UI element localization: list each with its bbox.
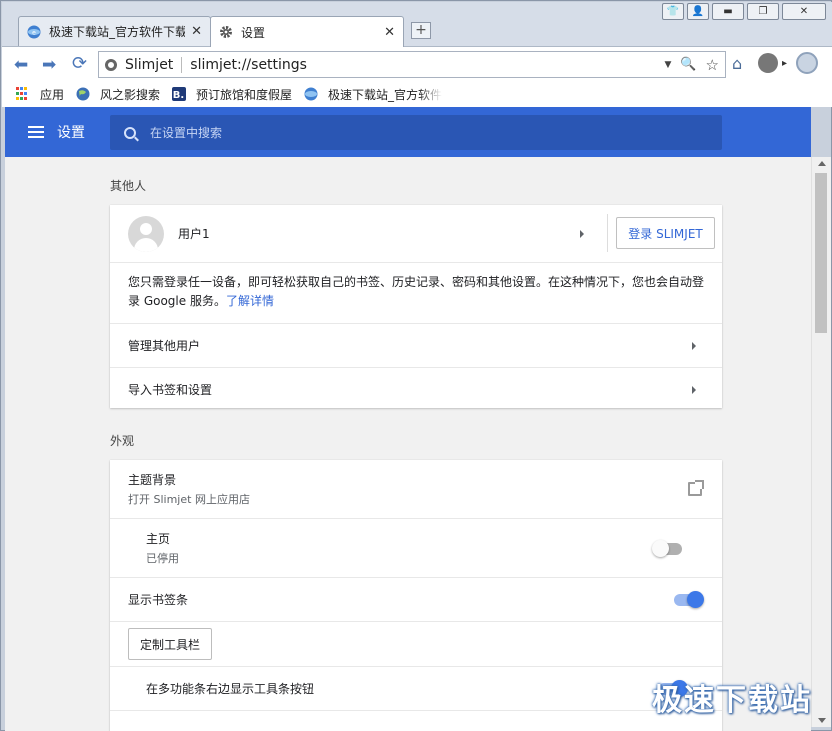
home-label: 主页 xyxy=(146,532,171,546)
bookmark-label: 风之影搜索 xyxy=(100,87,161,102)
tab-jisu-download[interactable]: e 极速下载站_官方软件下载 ✕ xyxy=(18,16,211,46)
learn-more-link[interactable]: 了解详情 xyxy=(226,294,274,308)
scrollbar[interactable] xyxy=(811,157,831,727)
people-card: 用户1 登录 SLIMJET 您只需登录任一设备，即可轻松获取自己的书签、历史记… xyxy=(110,205,722,408)
site-name: Slimjet xyxy=(125,56,174,73)
signin-button[interactable]: 登录 SLIMJET xyxy=(616,217,715,249)
new-tab-button[interactable]: + xyxy=(411,22,431,39)
address-bar[interactable]: Slimjet slimjet://settings ▼ 🔍 ☆ xyxy=(98,51,726,78)
tab-title: 设置 xyxy=(241,25,266,40)
avatar xyxy=(128,215,164,252)
forward-arrow-icon[interactable]: ➡ xyxy=(42,55,56,75)
maximize-icon[interactable]: ❐ xyxy=(747,3,779,20)
watermark-logo: 极速下载站 xyxy=(652,683,812,718)
close-icon[interactable]: ✕ xyxy=(782,3,826,20)
shirt-icon[interactable]: 👕 xyxy=(662,3,684,20)
theme-sublabel: 打开 Slimjet 网上应用店 xyxy=(128,493,250,506)
user-icon[interactable]: 👤 xyxy=(687,3,709,20)
site-info-icon[interactable] xyxy=(105,58,117,71)
booking-b-icon: B. xyxy=(172,87,187,101)
tab-strip: e 极速下载站_官方软件下载 ✕ 设置 ✕ + 👕 👤 ▬ ❐ ✕ xyxy=(2,2,832,47)
browser-toolbar: ⬅ ➡ ⟳ Slimjet slimjet://settings ▼ 🔍 ☆ ⌂… xyxy=(2,46,832,81)
omnibox-divider xyxy=(181,56,183,73)
home-sublabel: 已停用 xyxy=(146,552,179,565)
chevron-right-icon xyxy=(692,386,696,394)
url-text[interactable]: slimjet://settings xyxy=(190,57,664,73)
settings-search-box[interactable] xyxy=(110,115,722,150)
globe-icon xyxy=(76,87,90,101)
customize-toolbar-row: 定制工具栏 xyxy=(110,621,722,666)
scroll-down-arrow-icon[interactable] xyxy=(818,718,826,723)
site-globe-icon xyxy=(304,87,318,101)
external-link-icon[interactable] xyxy=(688,480,704,496)
page-title: 设置 xyxy=(57,125,85,141)
user-name: 用户1 xyxy=(178,227,210,241)
reload-icon[interactable]: ⟳ xyxy=(72,53,87,74)
customize-toolbar-button[interactable]: 定制工具栏 xyxy=(128,628,213,660)
import-bookmarks-row[interactable]: 导入书签和设置 xyxy=(110,367,722,411)
bookmark-search[interactable]: 风之影搜索 xyxy=(76,86,160,103)
menu-arrow-icon[interactable]: ▸ xyxy=(782,58,787,69)
bookmark-jisu[interactable]: 极速下载站_官方软件 xyxy=(304,86,444,103)
section-title-people: 其他人 xyxy=(110,179,147,193)
menu-hamburger-icon[interactable] xyxy=(28,126,44,138)
tab-settings[interactable]: 设置 ✕ xyxy=(210,16,404,47)
svg-text:e: e xyxy=(32,29,36,36)
home-icon[interactable]: ⌂ xyxy=(732,54,742,73)
adblock-hand-icon[interactable] xyxy=(758,53,778,73)
omnibox-buttons-label: 在多功能条右边显示工具条按钮 xyxy=(146,682,315,696)
section-title-appearance: 外观 xyxy=(110,434,135,448)
settings-content: 其他人 用户1 登录 SLIMJET 您只需登录任一设备，即可轻松获取自己的书签… xyxy=(5,157,811,731)
theme-row[interactable]: 主题背景 打开 Slimjet 网上应用店 xyxy=(110,460,722,518)
omnibox-icons: ▼ 🔍 ☆ xyxy=(664,56,719,74)
bookmark-label: 极速下载站_官方软件 xyxy=(328,87,443,102)
tab-close-icon[interactable]: ✕ xyxy=(384,25,395,40)
bookmarks-bar-label: 显示书签条 xyxy=(128,593,189,607)
gear-icon xyxy=(220,26,232,38)
star-bookmark-icon[interactable]: ☆ xyxy=(706,56,719,74)
site-globe-icon: e xyxy=(27,25,41,38)
apps-grid-icon xyxy=(16,87,30,101)
window-controls: 👕 👤 ▬ ❐ ✕ xyxy=(662,3,826,20)
sync-description-text: 您只需登录任一设备，即可轻松获取自己的书签、历史记录、密码和其他设置。在这种情况… xyxy=(128,275,705,308)
bookmarks-bar-toggle[interactable] xyxy=(674,591,704,608)
chevron-right-icon xyxy=(580,230,584,238)
extension-globe-icon[interactable] xyxy=(796,52,818,74)
next-setting-row xyxy=(110,710,722,731)
bookmark-label: 预订旅馆和度假屋 xyxy=(196,87,293,102)
bookmark-apps[interactable]: 应用 xyxy=(16,86,64,103)
omnibox-buttons-row: 在多功能条右边显示工具条按钮 xyxy=(110,666,722,710)
back-arrow-icon[interactable]: ⬅ xyxy=(14,55,28,75)
chevron-right-icon xyxy=(692,342,696,350)
zoom-icon[interactable]: 🔍 xyxy=(680,57,696,72)
home-row: 主页 已停用 xyxy=(110,518,722,577)
divider xyxy=(607,214,608,252)
manage-users-label: 管理其他用户 xyxy=(128,339,201,353)
scroll-thumb[interactable] xyxy=(815,173,827,333)
tab-title: 极速下载站_官方软件下载 xyxy=(49,25,186,39)
tab-close-icon[interactable]: ✕ xyxy=(191,24,202,39)
settings-search-input[interactable] xyxy=(150,125,690,140)
bookmark-label: 应用 xyxy=(40,87,65,102)
dropdown-caret-icon[interactable]: ▼ xyxy=(664,60,671,70)
appearance-card: 主题背景 打开 Slimjet 网上应用店 主页 已停用 显示书签条 定制工具栏… xyxy=(110,460,722,731)
sync-description: 您只需登录任一设备，即可轻松获取自己的书签、历史记录、密码和其他设置。在这种情况… xyxy=(110,262,722,323)
svg-text:B.: B. xyxy=(173,90,184,101)
import-bookmarks-label: 导入书签和设置 xyxy=(128,383,213,397)
user-row[interactable]: 用户1 登录 SLIMJET xyxy=(110,205,722,262)
manage-users-row[interactable]: 管理其他用户 xyxy=(110,323,722,367)
theme-label: 主题背景 xyxy=(128,473,177,487)
scroll-up-arrow-icon[interactable] xyxy=(818,161,826,166)
settings-header: 设置 xyxy=(5,107,811,157)
minimize-icon[interactable]: ▬ xyxy=(712,3,744,20)
search-icon xyxy=(124,126,136,139)
bookmark-booking[interactable]: B. 预订旅馆和度假屋 xyxy=(172,86,292,103)
bookmarks-bar: 应用 风之影搜索 B. 预订旅馆和度假屋 极速下载站_官方软件 xyxy=(2,81,832,107)
home-toggle[interactable] xyxy=(652,540,682,557)
bookmarks-bar-row: 显示书签条 xyxy=(110,577,722,621)
